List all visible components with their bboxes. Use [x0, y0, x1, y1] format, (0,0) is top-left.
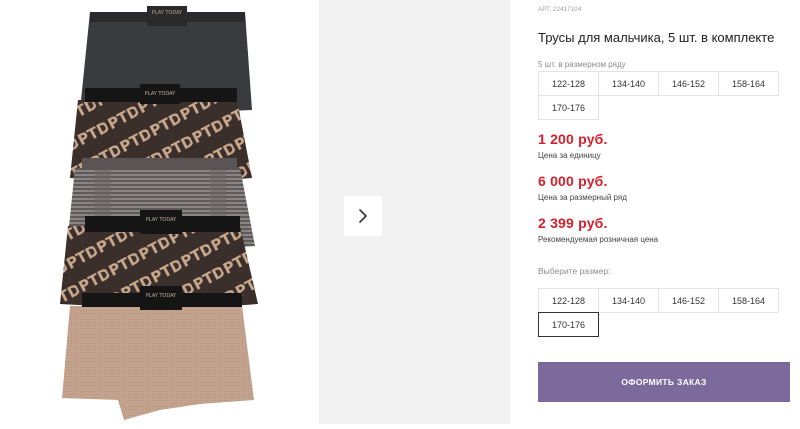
size-option-146-152[interactable]: 146-152 — [658, 288, 719, 313]
checkout-button[interactable]: ОФОРМИТЬ ЗАКАЗ — [538, 362, 790, 402]
waistband-text-4: PLAY TODAY — [146, 217, 177, 223]
size-option-158-164[interactable]: 158-164 — [718, 288, 779, 313]
size-option-134-140[interactable]: 134-140 — [598, 288, 659, 313]
next-image-button[interactable] — [344, 196, 382, 236]
product-info: АРТ. 22417104 Трусы для мальчика, 5 шт. … — [538, 0, 790, 424]
choose-size-label: Выберите размер: — [538, 266, 611, 276]
set-size-146-152: 146-152 — [658, 71, 719, 96]
set-size-122-128: 122-128 — [538, 71, 599, 96]
product-photo[interactable]: PTD PLAY TODAY PLAY TODAY — [40, 0, 310, 424]
waistband-text-2: PLAY TODAY — [145, 91, 176, 97]
underwear-set-image: PTD PLAY TODAY PLAY TODAY — [60, 6, 258, 420]
set-price-note: Цена за размерный ряд — [538, 193, 627, 202]
chevron-right-icon — [359, 209, 367, 223]
set-size-grid: 122-128 134-140 146-152 158-164 170-176 — [538, 71, 779, 120]
size-selector: 122-128 134-140 146-152 158-164 170-176 — [538, 288, 779, 337]
set-size-134-140: 134-140 — [598, 71, 659, 96]
waistband-text-5: PLAY TODAY — [146, 293, 177, 299]
product-gallery: PTD PLAY TODAY PLAY TODAY — [0, 0, 510, 424]
retail-price-note: Рекомендуемая розничная цена — [538, 235, 659, 244]
unit-price-note: Цена за единицу — [538, 151, 601, 160]
article-number: АРТ. 22417104 — [538, 7, 582, 13]
product-title: Трусы для мальчика, 5 шт. в комплекте — [538, 30, 775, 45]
size-option-170-176[interactable]: 170-176 — [538, 312, 599, 337]
set-size-170-176: 170-176 — [538, 95, 599, 120]
unit-price: 1 200 руб. — [538, 131, 608, 147]
set-sizes-label: 5 шт. в размерном ряду — [538, 60, 626, 69]
set-price: 6 000 руб. — [538, 173, 608, 189]
retail-price: 2 399 руб. — [538, 215, 608, 231]
waistband-text-1: PLAY TODAY — [152, 10, 183, 16]
set-size-158-164: 158-164 — [718, 71, 779, 96]
size-option-122-128[interactable]: 122-128 — [538, 288, 599, 313]
